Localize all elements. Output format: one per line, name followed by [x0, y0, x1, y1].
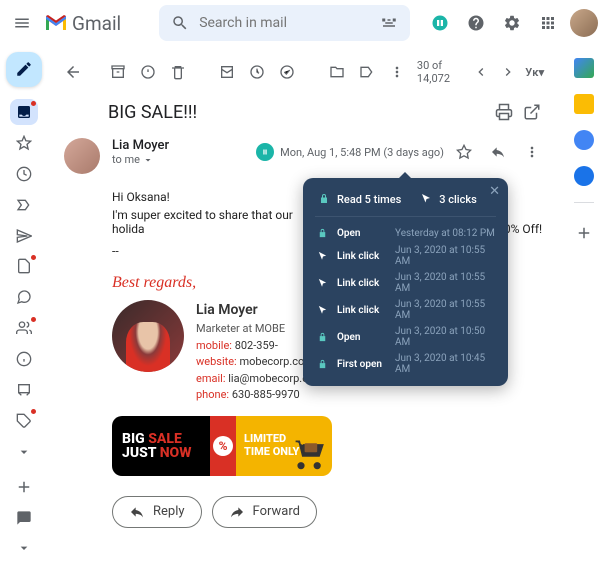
- left-rail: [0, 46, 48, 562]
- add-app-icon[interactable]: [570, 219, 598, 247]
- snoozed-icon[interactable]: [10, 160, 38, 187]
- task-icon[interactable]: [273, 58, 301, 86]
- bottom-expand-icon[interactable]: [10, 535, 38, 562]
- main-content: 30 of 14,072 Уκ▾ BIG SALE!!! Lia Moyer t…: [48, 46, 562, 562]
- help-icon[interactable]: [462, 9, 490, 37]
- email-toolbar: 30 of 14,072 Уκ▾: [64, 54, 546, 90]
- subject: BIG SALE!!!: [108, 102, 490, 123]
- close-icon[interactable]: ✕: [489, 184, 500, 199]
- header-actions: [426, 9, 598, 37]
- delete-icon[interactable]: [164, 58, 192, 86]
- email-date: Mon, Aug 1, 5:48 PM (3 days ago): [280, 146, 444, 159]
- apps-icon[interactable]: [534, 9, 562, 37]
- click-stat: 3 clicks: [419, 192, 476, 206]
- starred-icon[interactable]: [10, 129, 38, 156]
- important-icon[interactable]: [10, 191, 38, 218]
- tracking-tooltip: ✕ Read 5 times 3 clicks OpenYesterday at…: [303, 178, 508, 386]
- sender-name: Lia Moyer: [112, 138, 169, 153]
- tooltip-event-row: Link clickJun 3, 2020 at 10:55 AM: [315, 298, 496, 322]
- move-icon[interactable]: [323, 58, 351, 86]
- drafts-icon[interactable]: [10, 253, 38, 280]
- keep-app-icon[interactable]: [574, 94, 594, 114]
- right-rail: [562, 46, 606, 562]
- tasks-app-icon[interactable]: [574, 130, 594, 150]
- reply-icon[interactable]: [484, 138, 512, 166]
- email-actions: Reply Forward: [112, 476, 546, 528]
- calendar-app-icon[interactable]: [574, 58, 594, 78]
- snooze-icon[interactable]: [243, 58, 271, 86]
- expand-icon[interactable]: [10, 438, 38, 465]
- contacts-icon[interactable]: [10, 315, 38, 342]
- reply-button[interactable]: Reply: [112, 496, 202, 528]
- bottom-chat-icon[interactable]: [10, 504, 38, 531]
- settings-icon[interactable]: [498, 9, 526, 37]
- more-icon[interactable]: [383, 58, 411, 86]
- subject-row: BIG SALE!!!: [64, 90, 546, 134]
- next-icon[interactable]: [497, 58, 520, 86]
- message-count: 30 of 14,072: [417, 59, 466, 85]
- sent-icon[interactable]: [10, 222, 38, 249]
- read-stat: Read 5 times: [317, 192, 401, 206]
- forward-button[interactable]: Forward: [212, 496, 317, 528]
- tooltip-event-row: First openJun 3, 2020 at 10:45 AM: [315, 352, 496, 376]
- add-icon[interactable]: [10, 473, 38, 500]
- label-icon[interactable]: [10, 407, 38, 434]
- sender-row: Lia Moyer to me Mon, Aug 1, 5:48 PM (3 d…: [64, 134, 546, 178]
- chat-icon[interactable]: [10, 284, 38, 311]
- spam-icon[interactable]: [134, 58, 162, 86]
- cart-icon: [292, 436, 328, 472]
- archive-icon[interactable]: [104, 58, 132, 86]
- search-icon: [171, 14, 189, 32]
- tracker-icon[interactable]: [426, 9, 454, 37]
- cursor-icon: [419, 192, 433, 206]
- tooltip-event-row: OpenJun 3, 2020 at 10:50 AM: [315, 325, 496, 349]
- sig-phone: phone: 630-885-9970: [196, 387, 324, 404]
- search-bar[interactable]: [159, 5, 410, 41]
- inbox-icon[interactable]: [10, 99, 38, 126]
- sender-to[interactable]: to me: [112, 153, 169, 166]
- menu-icon[interactable]: [8, 9, 36, 37]
- tracker-badge-icon[interactable]: [256, 143, 274, 161]
- back-icon[interactable]: [64, 58, 82, 86]
- info-icon[interactable]: [10, 346, 38, 373]
- all-mail-icon[interactable]: [10, 377, 38, 404]
- search-input[interactable]: [199, 15, 380, 31]
- search-options-icon[interactable]: [380, 14, 398, 32]
- labels-icon[interactable]: [353, 58, 381, 86]
- promo-banner[interactable]: BIG SALE JUST NOW % LIMITEDTIME ONLY: [112, 416, 332, 476]
- print-icon[interactable]: [490, 98, 518, 126]
- compose-button[interactable]: [6, 52, 42, 87]
- popout-icon[interactable]: [518, 98, 546, 126]
- contacts-app-icon[interactable]: [574, 166, 594, 186]
- prev-icon[interactable]: [470, 58, 493, 86]
- more-sender-icon[interactable]: [518, 138, 546, 166]
- star-icon[interactable]: [450, 138, 478, 166]
- keyboard-icon[interactable]: Уκ▾: [523, 58, 546, 86]
- gmail-logo[interactable]: Gmail: [44, 12, 121, 35]
- gmail-text: Gmail: [72, 12, 121, 35]
- tooltip-event-row: Link clickJun 3, 2020 at 10:55 AM: [315, 271, 496, 295]
- tooltip-event-row: Link clickJun 3, 2020 at 10:55 AM: [315, 244, 496, 268]
- tooltip-event-row: OpenYesterday at 08:12 PM: [315, 225, 496, 241]
- lock-icon: [317, 192, 331, 206]
- profile-avatar[interactable]: [570, 9, 598, 37]
- sender-avatar: [64, 138, 100, 174]
- unread-icon[interactable]: [213, 58, 241, 86]
- header: Gmail: [0, 0, 606, 46]
- signature-photo: [112, 300, 184, 372]
